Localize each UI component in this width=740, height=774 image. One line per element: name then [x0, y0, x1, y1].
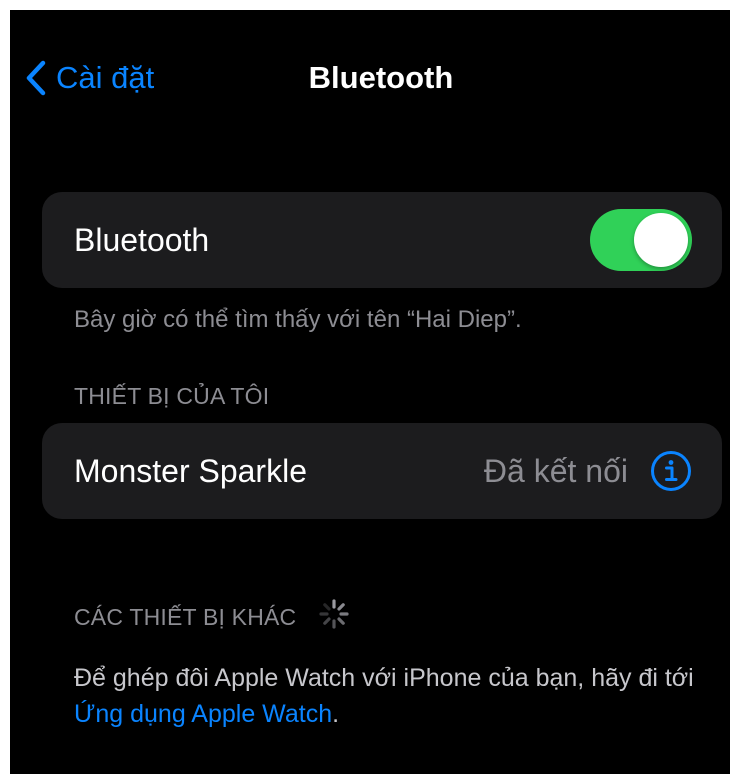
apple-watch-app-link[interactable]: Ứng dụng Apple Watch [74, 700, 332, 728]
pairing-note-suffix: . [332, 700, 340, 728]
page-title: Bluetooth [308, 60, 454, 95]
bluetooth-toggle[interactable] [590, 209, 692, 271]
activity-spinner-icon [318, 598, 350, 636]
device-status: Đã kết nối [483, 453, 628, 489]
bluetooth-label: Bluetooth [74, 222, 210, 258]
device-row[interactable]: Monster Sparkle Đã kết nối [42, 423, 722, 519]
other-devices-header-label: CÁC THIẾT BỊ KHÁC [74, 603, 297, 630]
other-devices-header: CÁC THIẾT BỊ KHÁC [74, 598, 350, 636]
bluetooth-discoverable-footer: Bây giờ có thể tìm thấy với tên “Hai Die… [74, 306, 522, 333]
navigation-bar: Cài đặt Bluetooth [10, 10, 730, 150]
bluetooth-toggle-row: Bluetooth [42, 192, 722, 288]
pairing-note-text: Để ghép đôi Apple Watch với iPhone của b… [74, 664, 694, 692]
device-name: Monster Sparkle [74, 453, 307, 489]
my-devices-header: THIẾT BỊ CỦA TÔI [74, 383, 270, 409]
toggle-knob [634, 213, 688, 267]
settings-screen: Cài đặt Bluetooth Bluetooth Bây giờ có t… [10, 10, 730, 774]
info-circle-icon[interactable] [650, 450, 692, 492]
apple-watch-pairing-note: Để ghép đôi Apple Watch với iPhone của b… [74, 660, 694, 732]
